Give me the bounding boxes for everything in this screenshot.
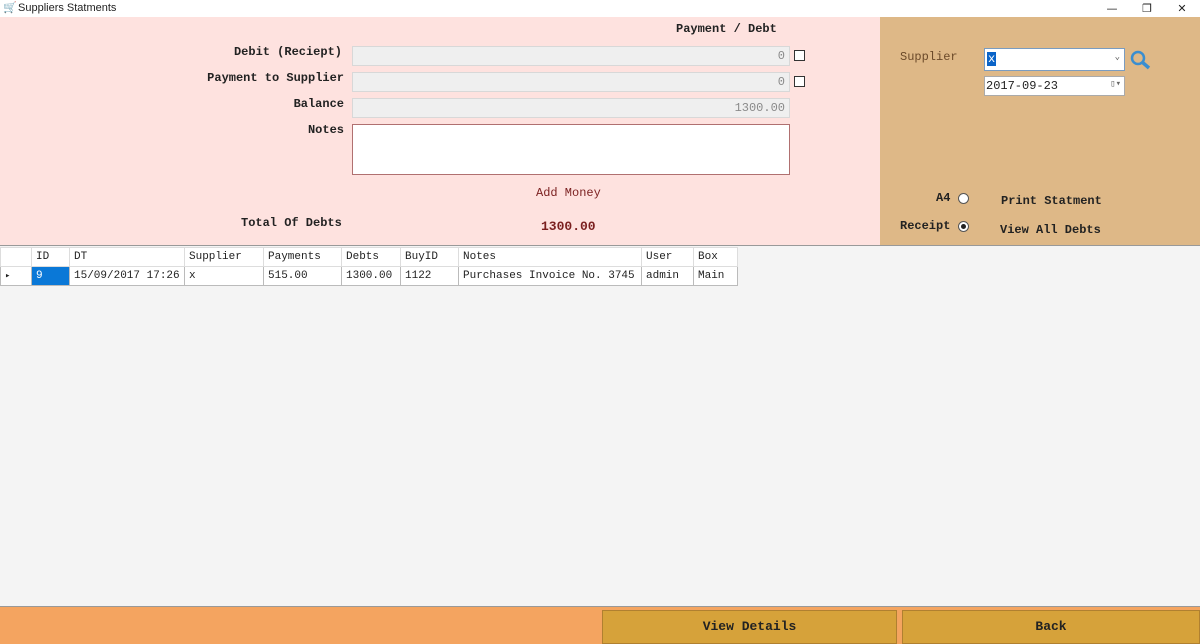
supplier-panel: Supplier x ⌄ 2017-09-23 ▯▾ A4 Receipt Pr… [880, 17, 1200, 245]
payment-checkbox[interactable] [794, 76, 805, 87]
supplier-value: x [987, 52, 997, 66]
payment-label: Payment to Supplier [207, 71, 344, 85]
row-header-corner [0, 247, 32, 267]
table-cell[interactable]: 15/09/2017 17:26 [69, 266, 185, 286]
total-label: Total Of Debts [241, 216, 342, 230]
calendar-icon[interactable]: ▯▾ [1110, 79, 1121, 89]
table-cell[interactable]: admin [641, 266, 694, 286]
search-icon[interactable] [1130, 50, 1152, 70]
receipt-label: Receipt [900, 219, 951, 233]
table-cell[interactable]: Purchases Invoice No. 3745 [458, 266, 642, 286]
close-button[interactable]: ✕ [1167, 0, 1197, 17]
cart-icon: 🛒 [3, 3, 17, 15]
payment-input[interactable]: 0 [352, 72, 790, 92]
column-header[interactable]: Debts [341, 247, 401, 267]
statement-table: ID DT Supplier Payments Debts BuyID Notes User B… [0, 247, 738, 286]
debit-checkbox[interactable] [794, 50, 805, 61]
column-header[interactable]: DT [69, 247, 185, 267]
column-header[interactable]: Box [693, 247, 738, 267]
balance-label: Balance [293, 97, 344, 111]
receipt-radio[interactable] [958, 221, 969, 232]
date-picker[interactable]: 2017-09-23 ▯▾ [984, 76, 1125, 96]
table-cell[interactable]: 1122 [400, 266, 459, 286]
payment-form: Payment / Debt Debit (Reciept) 0 Payment… [0, 17, 880, 245]
table-cell[interactable]: 515.00 [263, 266, 342, 286]
a4-label: A4 [936, 191, 951, 205]
date-value: 2017-09-23 [986, 79, 1059, 93]
minimize-button[interactable]: — [1097, 0, 1127, 17]
column-header[interactable]: ID [31, 247, 70, 267]
supplier-label: Supplier [900, 50, 958, 64]
window-title: Suppliers Statments [18, 2, 117, 14]
a4-radio[interactable] [958, 193, 969, 204]
table-cell[interactable]: 1300.00 [341, 266, 401, 286]
footer-bar: View Details Back [0, 607, 1200, 644]
table-cell[interactable]: Main [693, 266, 738, 286]
balance-input[interactable]: 1300.00 [352, 98, 790, 118]
table-row[interactable]: ▸ 9 15/09/2017 17:26 x 515.00 1300.00 1122 Purc… [0, 266, 738, 286]
title-bar: 🛒 Suppliers Statments — ❐ ✕ [0, 0, 1200, 17]
table-cell[interactable]: x [184, 266, 264, 286]
table-cell[interactable]: 9 [31, 266, 70, 286]
add-money-link[interactable]: Add Money [536, 186, 601, 200]
supplier-combobox[interactable]: x ⌄ [984, 48, 1125, 71]
notes-textarea[interactable] [352, 124, 790, 175]
notes-label: Notes [307, 123, 344, 137]
column-header[interactable]: Notes [458, 247, 642, 267]
column-header[interactable]: Payments [263, 247, 342, 267]
restore-button[interactable]: ❐ [1132, 0, 1162, 17]
column-header[interactable]: BuyID [400, 247, 459, 267]
back-button[interactable]: Back [902, 610, 1200, 644]
column-header[interactable]: Supplier [184, 247, 264, 267]
print-statement-button[interactable]: Print Statment [1001, 194, 1102, 208]
debit-input[interactable]: 0 [352, 46, 790, 66]
view-details-button[interactable]: View Details [602, 610, 897, 644]
section-title: Payment / Debt [676, 22, 777, 36]
column-header[interactable]: User [641, 247, 694, 267]
chevron-down-icon[interactable]: ⌄ [1115, 52, 1120, 62]
total-value: 1300.00 [541, 219, 596, 234]
view-all-debts-button[interactable]: View All Debts [1000, 223, 1101, 237]
statement-grid[interactable]: ID DT Supplier Payments Debts BuyID Notes User B… [0, 245, 1200, 607]
row-selector-icon[interactable]: ▸ [0, 266, 32, 286]
debit-label: Debit (Reciept) [233, 45, 342, 59]
